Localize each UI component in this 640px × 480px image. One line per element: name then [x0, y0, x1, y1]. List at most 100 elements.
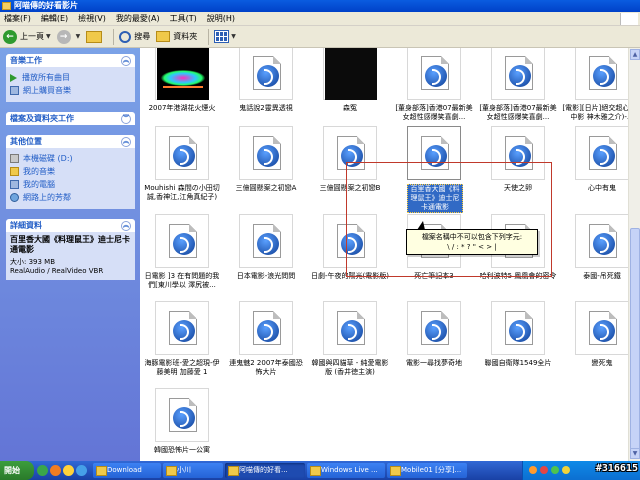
chevron-down-icon[interactable]: ▼ — [76, 33, 81, 40]
realplayer-file-icon — [253, 56, 281, 90]
fireworks-thumbnail — [157, 48, 209, 100]
tray-icon[interactable] — [529, 466, 537, 474]
file-name: 連鬼魅2 2007年泰國恐怖大片 — [229, 359, 303, 376]
quick-launch — [37, 465, 89, 476]
app-icon[interactable] — [37, 465, 48, 476]
file-thumbnail — [155, 48, 209, 100]
file-tasks-header[interactable]: 檔案及資料夾工作 ︾ — [6, 112, 135, 125]
menu-edit[interactable]: 編輯(E) — [41, 13, 68, 24]
details-file-name: 百里香大國《料理鼠王》迪士尼卡通電影 — [10, 235, 130, 254]
buy-music-link[interactable]: 網上購買音樂 — [10, 85, 131, 96]
app-icon[interactable] — [76, 465, 87, 476]
file-name: [董身部落]香港07最新美女超性感爆笑喜劇... — [395, 104, 473, 121]
expand-icon[interactable]: ︾ — [121, 113, 131, 124]
menu-help[interactable]: 說明(H) — [207, 13, 235, 24]
views-button[interactable]: ▼ — [214, 30, 236, 43]
details-panel: 詳細資料 ︽ 百里香大國《料理鼠王》迪士尼卡通電影 大小: 393 MB Rea… — [6, 219, 135, 280]
file-thumbnail — [239, 214, 293, 268]
scroll-up-icon[interactable]: ▲ — [630, 49, 640, 60]
file-name: 日本電影-浪光問問 — [236, 272, 296, 280]
file-thumbnail — [407, 301, 461, 355]
app-icon[interactable] — [63, 465, 74, 476]
highlight-box — [346, 162, 552, 277]
collapse-icon[interactable]: ︽ — [121, 136, 131, 147]
forward-button[interactable]: → ▼ — [56, 29, 81, 44]
realplayer-file-icon — [589, 224, 617, 258]
file-thumbnail — [155, 301, 209, 355]
search-icon — [119, 30, 132, 43]
taskbar-label: Download — [107, 466, 142, 474]
place-my-music[interactable]: 我的音樂 — [10, 166, 131, 177]
collapse-icon[interactable]: ︽ — [121, 220, 131, 231]
folders-icon — [156, 31, 171, 42]
menu-view[interactable]: 檢視(V) — [78, 13, 106, 24]
file-thumbnail — [323, 48, 377, 100]
file-name: 變死鬼 — [591, 359, 613, 367]
taskbar-button-mobile01[interactable]: Mobile01 [分享]... — [387, 463, 467, 478]
realplayer-file-icon — [505, 311, 533, 345]
scroll-down-icon[interactable]: ▼ — [630, 448, 640, 459]
realplayer-file-icon — [589, 311, 617, 345]
app-icon[interactable] — [50, 465, 61, 476]
tray-icon[interactable] — [540, 466, 548, 474]
up-folder-button[interactable] — [86, 30, 103, 43]
details-type: RealAudio / RealVideo VBR — [10, 267, 104, 275]
file-thumbnail — [155, 388, 209, 442]
file-name: 森冤 — [343, 104, 357, 112]
other-places-panel: 其他位置 ︽ 本機磁碟 (D:) 我的音樂 我的電腦 網路上的芳鄰 — [6, 135, 135, 209]
views-icon — [214, 30, 230, 43]
task-pane: 音樂工作 ︽ 播放所有曲目 網上購買音樂 檔案及資料夾工作 ︾ 其他位置 ︽ 本… — [0, 48, 140, 461]
chevron-down-icon[interactable]: ▼ — [231, 33, 236, 40]
folders-button[interactable]: 資料夾 — [156, 31, 197, 42]
taskbar-button-xiaochuan[interactable]: 小川 — [163, 463, 223, 478]
place-local-disk[interactable]: 本機磁碟 (D:) — [10, 153, 131, 164]
vertical-scrollbar[interactable]: ▲ ▼ — [628, 48, 640, 461]
file-thumbnail — [407, 48, 461, 100]
computer-icon — [10, 180, 19, 189]
file-name: 泰國-吊死鐵 — [583, 272, 621, 280]
window-title-bar[interactable]: 阿喵傳的好看影片 — [0, 0, 640, 12]
taskbar-button-explorer[interactable]: 阿喵傳的好看... — [225, 463, 305, 478]
scrollbar-thumb[interactable] — [630, 228, 640, 458]
menu-tools[interactable]: 工具(T) — [170, 13, 197, 24]
video-frame-thumbnail — [325, 48, 377, 100]
menu-file[interactable]: 檔案(F) — [4, 13, 31, 24]
file-name: Mouhishi 森間の小田切誠,香神江,江角真紀子) — [144, 184, 220, 201]
file-name: 2007年港湖花火煙火 — [148, 104, 216, 112]
file-name: 電影一尋找夢奇地 — [406, 359, 462, 367]
file-name: 心中有鬼 — [588, 184, 616, 192]
place-my-computer[interactable]: 我的電腦 — [10, 179, 131, 190]
forward-arrow-icon: → — [56, 29, 71, 44]
file-thumbnail — [575, 301, 628, 355]
music-tasks-title: 音樂工作 — [10, 56, 42, 65]
realplayer-file-icon — [253, 224, 281, 258]
file-name: 韓國恐怖片一公寓 — [154, 446, 210, 454]
details-header[interactable]: 詳細資料 ︽ — [6, 219, 135, 232]
back-arrow-icon: ← — [3, 29, 17, 44]
toolbar-separator — [113, 28, 115, 45]
play-all-link[interactable]: 播放所有曲目 — [10, 72, 131, 83]
collapse-icon[interactable]: ︽ — [121, 55, 131, 66]
taskbar-label: 阿喵傳的好看... — [239, 466, 288, 474]
menu-bar: 檔案(F) 編輯(E) 檢視(V) 我的最愛(A) 工具(T) 說明(H) — [0, 12, 640, 26]
taskbar-label: Windows Live ... — [321, 466, 378, 474]
chevron-down-icon[interactable]: ▼ — [46, 33, 51, 40]
menu-favorites[interactable]: 我的最愛(A) — [116, 13, 160, 24]
music-tasks-header[interactable]: 音樂工作 ︽ — [6, 54, 135, 67]
other-places-title: 其他位置 — [10, 137, 42, 146]
toolbar: ← 上一頁 ▼ → ▼ 搜尋 資料夾 ▼ — [0, 26, 640, 48]
file-name: 三億圓懸案之初戀A — [235, 184, 297, 192]
search-button[interactable]: 搜尋 — [119, 30, 150, 43]
start-label: 開始 — [4, 466, 20, 475]
tray-icon[interactable] — [551, 466, 559, 474]
taskbar-button-download[interactable]: Download — [93, 463, 161, 478]
file-thumbnail — [155, 214, 209, 268]
start-button[interactable]: 開始 — [0, 461, 34, 480]
realplayer-file-icon — [337, 311, 365, 345]
other-places-header[interactable]: 其他位置 ︽ — [6, 135, 135, 148]
place-network[interactable]: 網路上的芳鄰 — [10, 192, 131, 203]
taskbar-button-windows-live[interactable]: Windows Live ... — [307, 463, 385, 478]
back-button[interactable]: ← 上一頁 ▼ — [3, 29, 51, 44]
realplayer-file-icon — [253, 136, 281, 170]
tray-icon[interactable] — [562, 466, 570, 474]
